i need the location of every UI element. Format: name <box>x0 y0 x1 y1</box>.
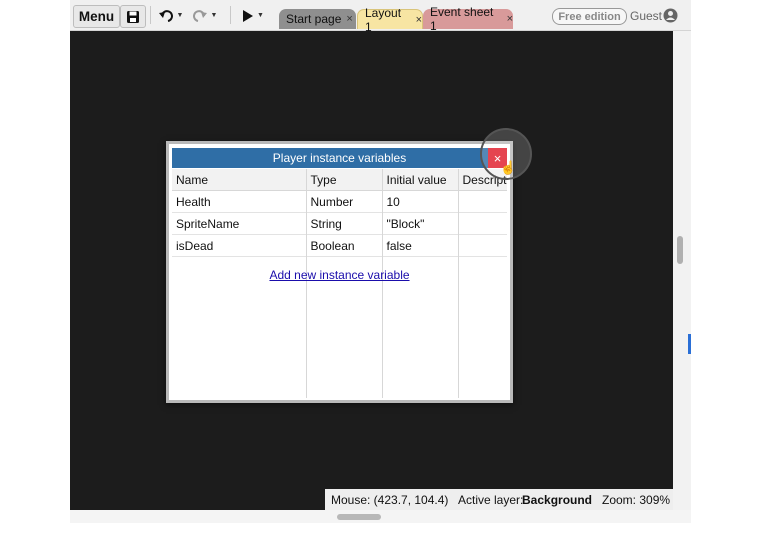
toolbar-separator <box>150 6 151 24</box>
table-row[interactable]: Health Number 10 <box>172 190 507 213</box>
redo-button[interactable]: ▼ <box>190 5 220 26</box>
instance-variables-table: Name Type Initial value Descript Health … <box>172 169 507 257</box>
variable-description[interactable] <box>458 212 507 235</box>
active-layer-label: Active layer: <box>458 493 524 507</box>
instance-variables-dialog: Player instance variables × Name Type In… <box>166 141 513 403</box>
redo-dropdown-icon[interactable]: ▼ <box>211 12 218 19</box>
variable-name[interactable]: isDead <box>172 234 307 257</box>
undo-icon <box>158 9 173 22</box>
variable-type[interactable]: Number <box>306 190 383 213</box>
save-button[interactable] <box>120 5 146 28</box>
undo-dropdown-icon[interactable]: ▼ <box>177 12 184 19</box>
variable-name[interactable]: Health <box>172 190 307 213</box>
undo-button[interactable]: ▼ <box>156 5 186 26</box>
variable-description[interactable] <box>458 190 507 213</box>
tab-label: Start page <box>286 12 342 26</box>
tab-label: Layout 1 <box>365 5 402 34</box>
tab-layout-1[interactable]: Layout 1 × <box>357 6 423 34</box>
close-icon[interactable]: × <box>507 13 513 25</box>
column-divider <box>306 191 307 398</box>
variable-initial-value[interactable]: false <box>382 234 459 257</box>
active-layer-value: Background <box>522 493 593 507</box>
tab-label: Event sheet 1 <box>430 5 494 33</box>
variable-initial-value[interactable]: 10 <box>382 190 459 213</box>
preview-dropdown-icon[interactable]: ▼ <box>257 12 264 19</box>
variable-type[interactable]: String <box>306 212 383 235</box>
table-header-row: Name Type Initial value Descript <box>172 169 507 191</box>
column-divider <box>458 191 459 398</box>
tab-start-page[interactable]: Start page × <box>279 9 356 29</box>
user-label[interactable]: Guest <box>630 9 662 23</box>
floppy-disk-icon <box>127 10 139 23</box>
vertical-scrollbar[interactable] <box>673 31 691 510</box>
horizontal-scrollbar-thumb[interactable] <box>337 514 381 520</box>
column-header-initial-value[interactable]: Initial value <box>382 169 459 191</box>
pointer-hand-icon: ☝ <box>500 160 517 175</box>
mouse-position: Mouse: (423.7, 104.4) <box>331 493 449 507</box>
column-divider <box>382 191 383 398</box>
play-icon <box>243 9 254 22</box>
variable-initial-value[interactable]: "Block" <box>382 212 459 235</box>
dialog-title[interactable]: Player instance variables <box>172 148 507 168</box>
menu-button[interactable]: Menu <box>73 5 120 28</box>
zoom-level: Zoom: 309% <box>602 493 671 507</box>
column-header-type[interactable]: Type <box>306 169 383 191</box>
table-row[interactable]: SpriteName String "Block" <box>172 212 507 235</box>
column-header-name[interactable]: Name <box>172 169 307 191</box>
add-instance-variable-link[interactable]: Add new instance variable <box>172 268 507 282</box>
panel-edge-marker <box>688 334 691 354</box>
main-toolbar: Menu ▼ ▼ ▼ Start page × Layout 1 × Event… <box>70 0 691 34</box>
variable-name[interactable]: SpriteName <box>172 212 307 235</box>
variable-description[interactable] <box>458 234 507 257</box>
close-icon[interactable]: × <box>346 13 352 25</box>
horizontal-scrollbar[interactable] <box>70 510 691 523</box>
vertical-scrollbar-thumb[interactable] <box>677 236 683 264</box>
close-icon[interactable]: × <box>416 14 422 26</box>
status-bar: Mouse: (423.7, 104.4) Active layer: Back… <box>325 489 673 510</box>
redo-icon <box>192 9 207 22</box>
variable-type[interactable]: Boolean <box>306 234 383 257</box>
tab-event-sheet-1[interactable]: Event sheet 1 × <box>423 5 513 33</box>
toolbar-separator <box>230 6 231 24</box>
preview-button[interactable]: ▼ <box>238 5 268 26</box>
user-avatar-icon[interactable] <box>663 8 678 23</box>
edition-badge[interactable]: Free edition <box>552 8 627 25</box>
table-row[interactable]: isDead Boolean false <box>172 234 507 257</box>
